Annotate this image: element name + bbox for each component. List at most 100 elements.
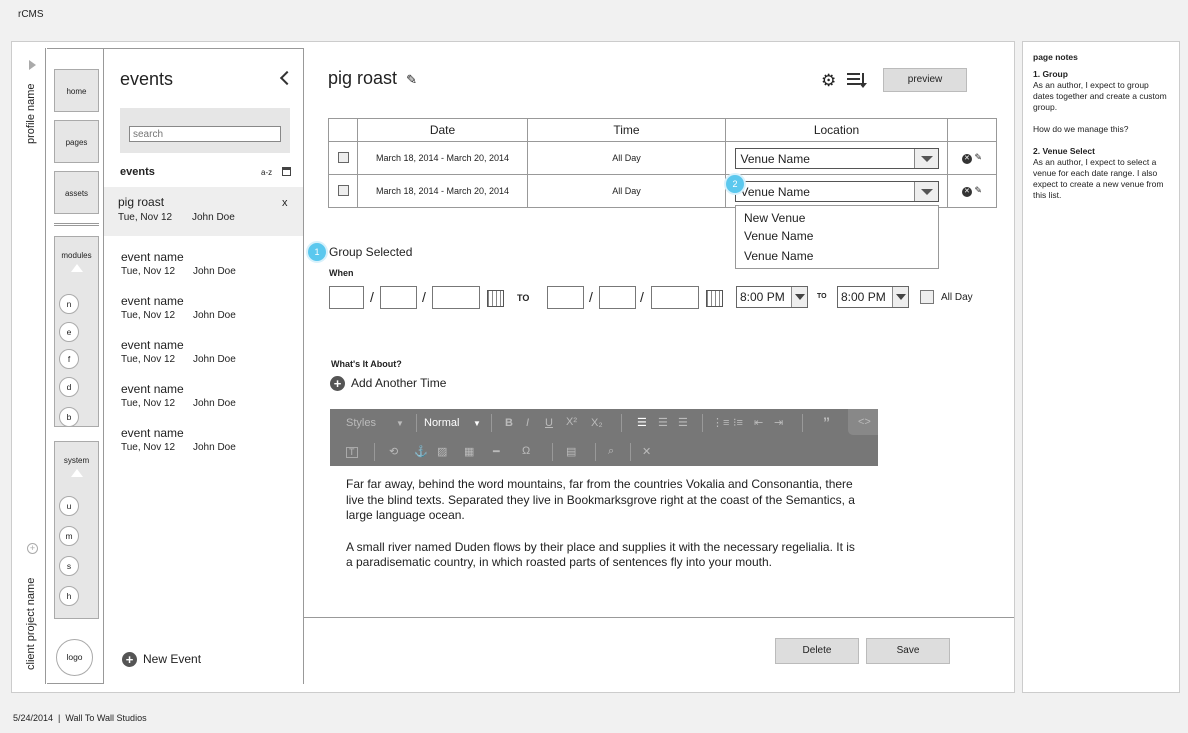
collapse-up-icon[interactable] bbox=[70, 469, 83, 477]
venue-option[interactable]: Venue Name bbox=[744, 229, 813, 243]
start-month-input[interactable] bbox=[329, 286, 364, 309]
logo[interactable]: logo bbox=[56, 639, 93, 676]
chevron-down-icon[interactable] bbox=[892, 287, 908, 307]
text-field-icon[interactable]: T bbox=[346, 447, 358, 458]
new-event-button[interactable]: + New Event bbox=[122, 652, 201, 668]
align-right-icon[interactable]: ☰ bbox=[678, 416, 688, 429]
delete-button[interactable]: Delete bbox=[775, 638, 859, 664]
superscript-icon[interactable]: X² bbox=[566, 416, 577, 428]
special-char-icon[interactable]: Ω bbox=[522, 445, 530, 457]
all-day-checkbox[interactable] bbox=[920, 290, 934, 304]
venue-option[interactable]: Venue Name bbox=[744, 249, 813, 263]
template-icon[interactable]: ▤ bbox=[566, 445, 576, 458]
pencil-icon[interactable]: ✎ bbox=[406, 72, 417, 87]
row-time[interactable]: All Day bbox=[527, 141, 726, 175]
slash: / bbox=[589, 289, 593, 305]
row-time[interactable]: All Day bbox=[527, 174, 726, 208]
close-event-button[interactable]: x bbox=[282, 197, 288, 209]
table-icon[interactable]: ▦ bbox=[464, 445, 474, 458]
chevron-down-icon[interactable] bbox=[913, 148, 938, 168]
calendar-icon[interactable] bbox=[706, 290, 723, 307]
venue-value: Venue Name bbox=[740, 184, 810, 199]
page-notes: page notes 1. Group As an author, I expec… bbox=[1022, 41, 1180, 693]
subscript-icon[interactable]: X₂ bbox=[591, 417, 603, 429]
end-day-input[interactable] bbox=[599, 286, 636, 309]
align-left-icon[interactable]: ☰ bbox=[637, 416, 647, 429]
nav-home[interactable]: home bbox=[54, 69, 99, 112]
venue-select[interactable]: Venue Name bbox=[734, 147, 939, 169]
horizontal-rule-icon[interactable]: ━ bbox=[493, 445, 500, 458]
chevron-down-icon[interactable]: ▼ bbox=[473, 419, 481, 428]
action-divider bbox=[304, 617, 1014, 618]
sort-az[interactable]: a-z bbox=[261, 168, 272, 177]
gear-icon[interactable]: ⚙ bbox=[821, 72, 836, 89]
start-day-input[interactable] bbox=[380, 286, 417, 309]
source-button[interactable]: <> bbox=[848, 409, 878, 435]
blockquote-icon[interactable]: ” bbox=[823, 414, 830, 430]
outdent-icon[interactable]: ⇤ bbox=[754, 416, 763, 429]
system-m[interactable]: m bbox=[59, 526, 79, 546]
module-f[interactable]: f bbox=[59, 349, 79, 369]
sort-list-icon[interactable] bbox=[847, 73, 868, 88]
system-u[interactable]: u bbox=[59, 496, 79, 516]
collapse-up-icon[interactable] bbox=[70, 264, 83, 272]
image-icon[interactable]: ▨ bbox=[437, 445, 447, 458]
row-checkbox[interactable] bbox=[337, 151, 349, 163]
add-another-time-button[interactable]: + Add Another Time bbox=[330, 376, 446, 392]
calendar-icon[interactable] bbox=[282, 167, 291, 176]
event-author: John Doe bbox=[193, 310, 236, 321]
group-selected-label[interactable]: Group Selected bbox=[329, 245, 412, 259]
indent-icon[interactable]: ⇥ bbox=[774, 416, 783, 429]
bullet-list-icon[interactable]: ⁝≡ bbox=[733, 416, 743, 429]
event-name: event name bbox=[121, 382, 184, 396]
start-time-select[interactable]: 8:00 PM bbox=[736, 286, 808, 308]
event-item-selected[interactable]: pig roast Tue, Nov 12 John Doe bbox=[104, 187, 303, 236]
chevron-down-icon[interactable]: ▼ bbox=[396, 419, 404, 428]
save-button[interactable]: Save bbox=[866, 638, 950, 664]
underline-icon[interactable]: U bbox=[545, 417, 553, 429]
venue-option-new[interactable]: New Venue bbox=[744, 211, 805, 225]
system-s[interactable]: s bbox=[59, 556, 79, 576]
end-time-select[interactable]: 8:00 PM bbox=[837, 286, 909, 308]
zoom-icon[interactable]: + bbox=[27, 543, 38, 554]
format-dropdown[interactable]: Normal bbox=[424, 417, 459, 429]
module-n[interactable]: n bbox=[59, 294, 79, 314]
row-date[interactable]: March 18, 2014 - March 20, 2014 bbox=[357, 141, 528, 175]
remove-format-icon[interactable]: ✕ bbox=[642, 445, 651, 458]
client-project-name[interactable]: client project name bbox=[25, 578, 37, 670]
align-center-icon[interactable]: ☰ bbox=[658, 416, 668, 429]
pencil-icon[interactable]: ✎ bbox=[974, 152, 982, 162]
link-icon[interactable]: ⟲ bbox=[389, 445, 398, 458]
styles-dropdown[interactable]: Styles bbox=[346, 417, 376, 429]
end-month-input[interactable] bbox=[547, 286, 584, 309]
nav-pages[interactable]: pages bbox=[54, 120, 99, 163]
preview-button[interactable]: preview bbox=[883, 68, 967, 92]
start-year-input[interactable] bbox=[432, 286, 480, 309]
chevron-down-icon[interactable] bbox=[791, 287, 807, 307]
end-year-input[interactable] bbox=[651, 286, 699, 309]
profile-name[interactable]: profile name bbox=[25, 83, 37, 144]
pencil-icon[interactable]: ✎ bbox=[974, 185, 982, 195]
expand-icon[interactable] bbox=[29, 60, 36, 70]
row-date[interactable]: March 18, 2014 - March 20, 2014 bbox=[357, 174, 528, 208]
search-icon[interactable]: ⌕ bbox=[608, 445, 614, 458]
collapse-panel-icon[interactable] bbox=[279, 70, 295, 86]
module-b[interactable]: b bbox=[59, 407, 79, 427]
remove-icon[interactable]: ✕ bbox=[961, 154, 972, 164]
remove-icon[interactable]: ✕ bbox=[961, 187, 972, 197]
bold-icon[interactable]: B bbox=[505, 417, 513, 429]
module-e[interactable]: e bbox=[59, 322, 79, 342]
anchor-icon[interactable]: ⚓ bbox=[414, 445, 428, 458]
search-input[interactable] bbox=[129, 126, 281, 142]
venue-select[interactable]: Venue Name bbox=[734, 180, 939, 202]
row-checkbox[interactable] bbox=[337, 184, 349, 196]
italic-icon[interactable]: I bbox=[526, 417, 529, 429]
system-h[interactable]: h bbox=[59, 586, 79, 606]
event-date: Tue, Nov 12 bbox=[118, 212, 173, 223]
nav-assets[interactable]: assets bbox=[54, 171, 99, 214]
numbered-list-icon[interactable]: ⋮≡ bbox=[712, 416, 729, 429]
calendar-icon[interactable] bbox=[487, 290, 504, 307]
chevron-down-icon[interactable] bbox=[913, 181, 938, 201]
module-d[interactable]: d bbox=[59, 377, 79, 397]
editor-body[interactable]: Far far away, behind the word mountains,… bbox=[346, 477, 858, 587]
